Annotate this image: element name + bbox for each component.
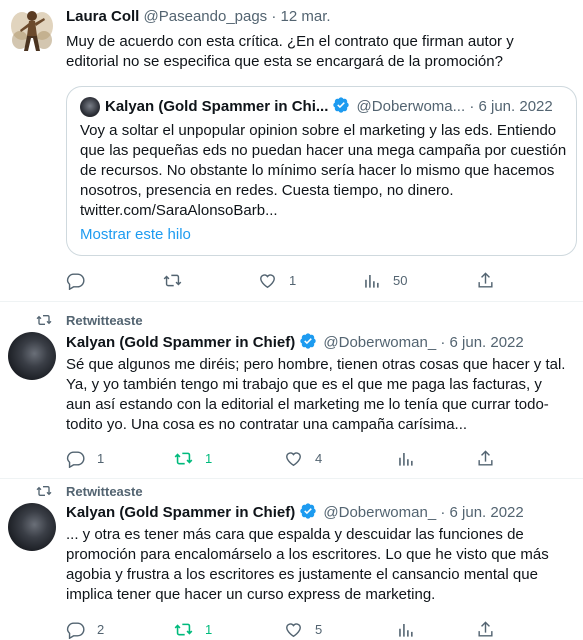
tweet-date[interactable]: · 6 jun. 2022 — [440, 334, 523, 351]
retweet-button[interactable] — [163, 270, 194, 290]
share-button[interactable] — [476, 619, 495, 639]
quoted-tweet[interactable]: Kalyan (Gold Spammer in Chi... @Doberwom… — [66, 86, 577, 256]
share-icon — [478, 271, 493, 288]
verified-badge-icon — [300, 333, 316, 349]
tweet-text: ... y otra es tener más cara que espalda… — [66, 526, 549, 603]
author-handle[interactable]: @Doberwoman_ — [323, 504, 436, 521]
reply-icon — [66, 621, 85, 639]
author-name[interactable]: Laura Coll — [66, 8, 139, 25]
tweet-actions: 2 1 5 — [0, 619, 583, 639]
tweet-date[interactable]: · 12 mar. — [271, 8, 330, 25]
quoted-date: · 6 jun. 2022 — [469, 98, 553, 115]
tweet-actions: 1 1 4 — [0, 448, 583, 468]
views-count: 50 — [393, 272, 408, 288]
author-handle[interactable]: @Paseando_pags — [144, 8, 268, 25]
quoted-avatar — [80, 97, 100, 117]
verified-badge-icon — [333, 97, 350, 113]
share-button[interactable] — [476, 270, 495, 290]
like-count: 5 — [315, 621, 323, 637]
quoted-handle: @Doberwoma... — [356, 98, 466, 115]
retweet-label[interactable]: Retwitteaste — [66, 313, 143, 329]
like-button[interactable]: 4 — [284, 448, 322, 468]
views-chart-icon — [399, 623, 413, 637]
retweet-icon — [163, 274, 182, 286]
retweet-button[interactable]: 1 — [174, 619, 212, 639]
reply-icon — [66, 272, 85, 290]
tweet-text: Muy de acuerdo con esta crítica. ¿En el … — [66, 33, 514, 70]
reply-count: 2 — [97, 621, 105, 637]
retweet-button[interactable]: 1 — [174, 448, 212, 468]
quoted-header: Kalyan (Gold Spammer in Chi... @Doberwom… — [105, 96, 553, 117]
tweet-header: Kalyan (Gold Spammer in Chief) @Doberwom… — [66, 332, 524, 353]
avatar[interactable] — [8, 332, 56, 380]
views-chart-icon — [365, 274, 379, 288]
reply-icon — [66, 450, 85, 468]
views-button[interactable] — [396, 619, 427, 639]
author-name[interactable]: Kalyan (Gold Spammer in Chief) — [66, 504, 295, 521]
reply-button[interactable]: 2 — [66, 619, 104, 639]
tweet-kalyan-2[interactable]: Retwitteaste Kalyan (Gold Spammer in Chi… — [0, 479, 583, 640]
like-button[interactable]: 1 — [258, 270, 296, 290]
tweet-actions: 1 50 — [0, 270, 583, 290]
quoted-text: Voy a soltar el unpopular opinion sobre … — [80, 122, 567, 219]
show-thread-link[interactable]: Mostrar este hilo — [80, 225, 191, 245]
like-button[interactable]: 5 — [284, 619, 322, 639]
author-name[interactable]: Kalyan (Gold Spammer in Chief) — [66, 334, 295, 351]
tweet-kalyan-1[interactable]: Retwitteaste Kalyan (Gold Spammer in Chi… — [0, 302, 583, 479]
avatar[interactable] — [8, 6, 56, 54]
views-button[interactable] — [396, 448, 427, 468]
retweeted-icon — [36, 315, 52, 325]
share-icon — [478, 449, 493, 466]
retweet-count: 1 — [205, 621, 213, 637]
quoted-author-name: Kalyan (Gold Spammer in Chi... — [105, 98, 329, 115]
tweet-header: Kalyan (Gold Spammer in Chief) @Doberwom… — [66, 502, 524, 523]
like-count: 4 — [315, 450, 323, 466]
tweet-header: Laura Coll @Paseando_pags · 12 mar. — [66, 7, 331, 27]
author-handle[interactable]: @Doberwoman_ — [323, 334, 436, 351]
tweet-date[interactable]: · 6 jun. 2022 — [440, 504, 523, 521]
heart-icon — [286, 451, 301, 466]
reply-button[interactable]: 1 — [66, 448, 104, 468]
views-button[interactable]: 50 — [362, 270, 407, 290]
tweet-laura-coll[interactable]: Laura Coll @Paseando_pags · 12 mar. Muy … — [0, 0, 583, 300]
retweet-label[interactable]: Retwitteaste — [66, 484, 143, 500]
share-button[interactable] — [476, 448, 495, 468]
tweet-text: Sé que algunos me diréis; pero hombre, t… — [66, 356, 566, 433]
share-icon — [478, 620, 493, 637]
views-chart-icon — [399, 452, 413, 466]
retweeted-icon — [36, 486, 52, 496]
reply-count: 1 — [97, 450, 105, 466]
heart-icon — [260, 273, 275, 288]
retweet-icon — [174, 623, 193, 635]
reply-button[interactable] — [66, 270, 97, 290]
retweet-icon — [174, 452, 193, 464]
like-count: 1 — [289, 272, 297, 288]
heart-icon — [286, 622, 301, 637]
avatar[interactable] — [8, 503, 56, 551]
retweet-count: 1 — [205, 450, 213, 466]
verified-badge-icon — [300, 503, 316, 519]
fairy-avatar-image — [11, 11, 53, 51]
